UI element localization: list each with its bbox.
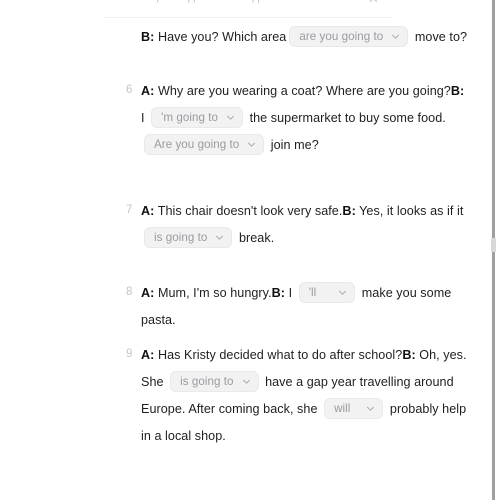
sentence-text: the supermarket to buy some food. [246, 111, 446, 125]
chevron-down-icon [215, 233, 224, 242]
sentence-text: Yes, it looks as if it [355, 204, 464, 218]
chevron-down-icon [338, 288, 347, 297]
header-count-label: Още 3 [140, 0, 174, 3]
sentence-text: Has Kristy decided what to do after scho… [154, 348, 403, 362]
speaker-label: A: [141, 204, 155, 218]
exercise-body: A: Mum, I'm so hungry.B: I 'll make you … [141, 280, 468, 334]
speaker-label: B: [402, 348, 416, 362]
speaker-label: A: [141, 286, 155, 300]
sentence-text: break. [235, 231, 275, 245]
answer-dropdown-value: are you going to [299, 29, 384, 43]
answer-dropdown[interactable]: are you going to [289, 26, 409, 48]
speaker-label: A: [141, 84, 155, 98]
answer-dropdown-value: Are you going to [154, 137, 240, 151]
chevron-down-icon [391, 32, 400, 41]
exercise-body: A: Why are you wearing a coat? Where are… [141, 78, 468, 159]
dialog-header: Още 3 домашни задания ✕ [0, 0, 500, 18]
answer-dropdown[interactable]: is going to [144, 227, 233, 249]
speaker-label: B: [342, 204, 356, 218]
exercise-item: 7 A: This chair doesn't look very safe.B:… [0, 198, 488, 252]
exercise-body: A: This chair doesn't look very safe.B: … [141, 198, 468, 252]
exercise-number: 8 [126, 286, 133, 298]
sentence-text: Why are you wearing a coat? Where are yo… [154, 84, 451, 98]
speaker-label: A: [141, 348, 155, 362]
answer-dropdown-value: is going to [180, 374, 234, 388]
exercise-item: B: Have you? Which area are you going to … [0, 24, 488, 51]
sentence-text: move to? [411, 30, 468, 44]
exercise-item: 9 A: Has Kristy decided what to do after … [0, 342, 488, 450]
sentence-text: Mum, I'm so hungry. [154, 286, 272, 300]
exercise-number: 6 [126, 84, 133, 96]
chevron-down-icon [242, 377, 251, 386]
header-title: домашни задания [188, 0, 284, 3]
answer-dropdown[interactable]: 'm going to [151, 107, 244, 129]
answer-dropdown[interactable]: Are you going to [144, 134, 265, 156]
answer-dropdown[interactable]: 'll [298, 282, 356, 304]
sentence-text: join me? [267, 138, 319, 152]
answer-dropdown-value: will [334, 401, 351, 415]
exercise-item: 8 A: Mum, I'm so hungry.B: I 'll make you… [0, 280, 488, 334]
sentence-text: I [141, 111, 149, 125]
answer-dropdown-value: is going to [154, 230, 208, 244]
exercise-sheet: B: Have you? Which area are you going to … [0, 18, 488, 500]
sentence-text: Have you? Which area [154, 30, 287, 44]
answer-dropdown-value: 'm going to [161, 110, 219, 124]
chevron-down-icon [366, 404, 375, 413]
sentence-text: I [285, 286, 296, 300]
close-icon[interactable]: ✕ [368, 0, 379, 5]
scrollbar-thumb[interactable] [491, 238, 496, 252]
exercise-number: 7 [126, 204, 133, 216]
answer-dropdown[interactable]: will [324, 398, 384, 420]
exercise-body: A: Has Kristy decided what to do after s… [141, 342, 468, 450]
sentence-text: This chair doesn't look very safe. [154, 204, 343, 218]
header-inner: Още 3 домашни задания [140, 0, 390, 3]
speaker-label: B: [141, 30, 155, 44]
speaker-label: B: [450, 84, 465, 98]
answer-dropdown[interactable]: is going to [170, 371, 259, 393]
exercise-number: 9 [126, 348, 133, 360]
answer-dropdown-value: 'll [308, 285, 317, 299]
chevron-down-icon [226, 113, 235, 122]
exercise-body: B: Have you? Which area are you going to … [141, 24, 468, 51]
speaker-label: B: [271, 286, 286, 300]
exercise-item: 6 A: Why are you wearing a coat? Where ar… [0, 78, 488, 159]
chevron-down-icon [247, 140, 256, 149]
